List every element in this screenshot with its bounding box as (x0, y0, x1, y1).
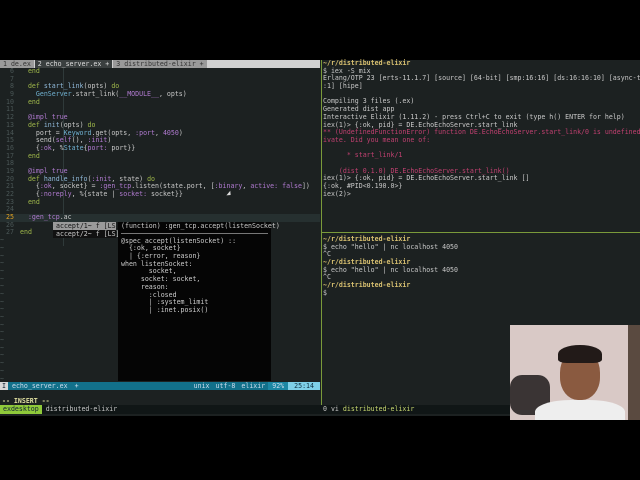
completion-item[interactable]: accept/1~ f [LS] (53, 222, 120, 230)
tmux-window-index: 0 vi (323, 405, 339, 413)
terminal-line: Erlang/OTP 23 [erts-11.1.7] [source] [64… (323, 74, 640, 83)
terminal-iex[interactable]: ~/r/distributed-elixir $ iex -S mix Erlang… (323, 59, 640, 198)
code-token: :noreply (39, 190, 72, 198)
terminal-line: {:ok, #PID<0.190.0>} (323, 182, 403, 190)
code-line[interactable]: 23 end (0, 197, 320, 207)
code-token: , (155, 128, 163, 137)
code-token: :gen_tcp (20, 213, 60, 222)
code-line[interactable]: 25 :gen_tcp.ac (0, 213, 320, 222)
webcam-shelf (628, 325, 640, 420)
tmux-session: exdesktop (0, 405, 42, 414)
terminal-line: * start_link/1 (323, 151, 403, 160)
code-line[interactable]: 16 {:ok, %State{port: port}} (0, 143, 320, 153)
code-token: ) (178, 128, 183, 137)
code-token: active: (250, 182, 279, 191)
code-token: end (20, 228, 32, 237)
terminal-line: :1] [hipe] (323, 82, 363, 91)
terminal-line: ivate. Did you mean one of: (323, 135, 431, 144)
status-percent: 92% (268, 382, 289, 390)
code-token: :port (135, 128, 155, 137)
terminal-line: $ echo "hello" | nc localhost 4050 (323, 265, 458, 274)
terminal-line: iex(2)> (323, 189, 351, 198)
code-token: end (20, 151, 40, 160)
code-token: ]) (301, 182, 310, 191)
tab-echo-server[interactable]: 2 echo_server.ex + (34, 60, 113, 68)
doc-line: | :inet.posix() (121, 305, 209, 314)
tmux-window-title: distributed-elixir (342, 405, 415, 413)
doc-header: (function) :gen_tcp.accept(listenSocket) (121, 222, 280, 230)
vim-statusline: I echo_server.ex + unix utf-8 elixir 92%… (0, 382, 320, 390)
code-line[interactable]: 9 GenServer.start_link(__MODULE__, opts) (0, 90, 320, 99)
completion-item[interactable]: accept/2~ f [LS] (53, 230, 120, 238)
code-token: .ac (59, 213, 72, 222)
terminal-line: ~/r/distributed-elixir (323, 281, 411, 290)
completion-doc-popup: (function) :gen_tcp.accept(listenSocket)… (118, 222, 280, 381)
webcam-person-headphones (558, 345, 602, 363)
status-position: 25:14 (288, 382, 320, 390)
insert-mode-label: -- INSERT -- (2, 397, 50, 405)
status-encoding: utf-8 (215, 382, 236, 390)
code-token: __MODULE__ (119, 90, 159, 99)
pane-divider-vertical[interactable] (321, 60, 322, 407)
mode-indicator: I (0, 382, 8, 390)
code-token: end (20, 197, 40, 206)
doc-divider (121, 232, 268, 234)
tab-distributed-elixir[interactable]: 3 distributed-elixir + (113, 60, 207, 68)
terminal-line: $ echo "hello" | nc localhost 4050 (323, 242, 458, 251)
code-token: , % (51, 143, 64, 152)
code-token: 4050 (162, 128, 179, 137)
status-modified: + (74, 382, 79, 390)
status-filename: echo_server.ex (11, 382, 68, 390)
code-token: :binary (214, 182, 243, 191)
tmux-window-name: distributed-elixir (45, 405, 118, 413)
code-token: State (63, 143, 84, 152)
code-token: end (20, 67, 40, 75)
code-line[interactable]: 17 end (0, 151, 320, 161)
pane-divider-horizontal[interactable] (322, 232, 640, 233)
status-filetype: elixir (241, 382, 266, 390)
code-token: socket}} (147, 190, 183, 198)
code-token: false (282, 182, 302, 191)
webcam-overlay (510, 325, 640, 420)
code-token: , %{state | (71, 190, 120, 198)
completion-menu[interactable]: accept/1~ f [LS] accept/2~ f [LS] (53, 222, 120, 238)
code-token: , opts) (158, 90, 187, 99)
code-line[interactable]: 10 end (0, 97, 320, 107)
status-format: unix (193, 382, 210, 390)
tmux-window[interactable]: 0 vi distributed-elixir (323, 405, 414, 414)
webcam-person-body (535, 400, 625, 420)
terminal-line: $ (323, 288, 327, 297)
code-token: port: (87, 143, 108, 152)
code-token: :ok (39, 143, 52, 152)
vim-tabline: 1 de.ex 2 echo_server.ex + 3 distributed… (0, 60, 320, 68)
code-token: socket: (119, 190, 148, 198)
code-token: .start_link( (71, 90, 120, 99)
code-line[interactable]: 6 end (0, 67, 320, 76)
code-token: port}} (107, 143, 136, 152)
code-line[interactable]: 22 {:noreply, %{state | socket: socket}} (0, 190, 320, 199)
code-token: end (20, 97, 40, 106)
terminal-shell[interactable]: ~/r/distributed-elixir $ echo "hello" | n… (323, 235, 640, 298)
